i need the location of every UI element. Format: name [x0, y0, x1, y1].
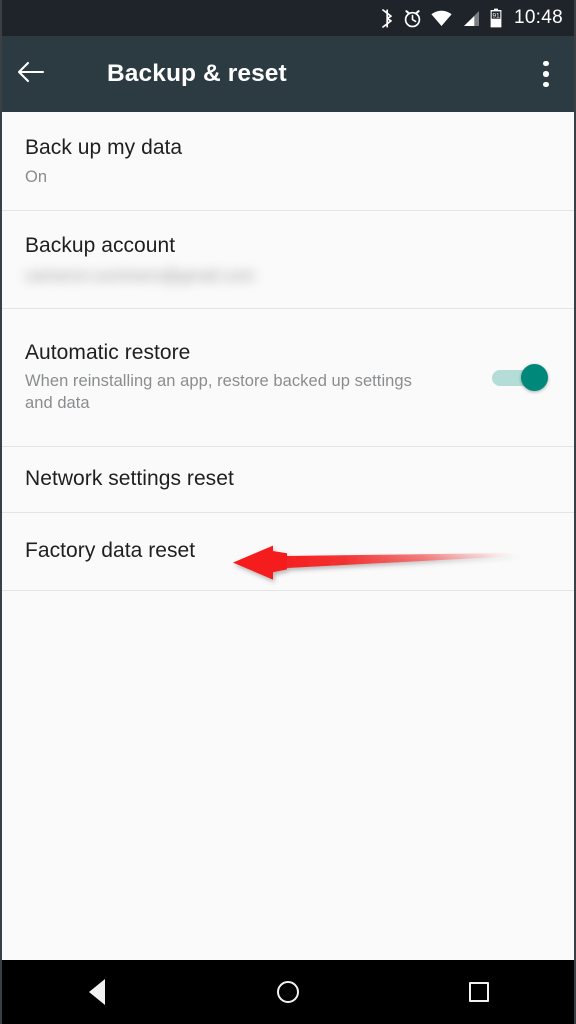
- settings-list: Back up my data On Backup account camero…: [2, 112, 574, 591]
- settings-item-factory-data-reset[interactable]: Factory data reset: [2, 513, 574, 591]
- settings-item-text: Factory data reset: [25, 538, 556, 564]
- app-bar: Backup & reset: [2, 36, 574, 112]
- recents-square-icon: [468, 982, 489, 1002]
- back-button[interactable]: [2, 36, 60, 112]
- settings-item-automatic-restore[interactable]: Automatic restore When reinstalling an a…: [2, 309, 574, 447]
- overflow-dot: [543, 81, 549, 88]
- bluetooth-icon: [381, 8, 394, 28]
- settings-item-text: Network settings reset: [25, 466, 556, 492]
- settings-item-title: Network settings reset: [25, 467, 234, 491]
- settings-item-subtitle: On: [25, 167, 48, 186]
- settings-item-text: Backup account cameron.summers@gmail.com: [25, 233, 556, 287]
- settings-item-subtitle-redacted: cameron.summers@gmail.com: [25, 266, 255, 285]
- navigation-bar: [2, 960, 574, 1024]
- phone-screen: 91 10:48 Backup & reset Back up my data …: [0, 0, 576, 1024]
- settings-item-title: Automatic restore: [25, 340, 191, 364]
- home-circle-icon: [277, 981, 299, 1003]
- page-title: Backup & reset: [107, 60, 287, 87]
- overflow-dot: [543, 71, 549, 77]
- settings-item-text: Automatic restore When reinstalling an a…: [25, 340, 492, 415]
- settings-item-subtitle: When reinstalling an app, restore backed…: [25, 372, 412, 413]
- nav-home-button[interactable]: [193, 960, 384, 1024]
- status-bar: 91 10:48: [2, 0, 574, 36]
- back-arrow-icon: [17, 61, 45, 88]
- battery-level-text: 91: [492, 13, 500, 20]
- switch-thumb: [521, 364, 548, 391]
- cellular-signal-icon: [461, 10, 480, 27]
- settings-item-backup-account[interactable]: Backup account cameron.summers@gmail.com: [2, 211, 574, 309]
- settings-item-network-settings-reset[interactable]: Network settings reset: [2, 447, 574, 513]
- overflow-dot: [543, 60, 549, 67]
- settings-item-text: Back up my data On: [25, 135, 556, 188]
- alarm-icon: [403, 9, 422, 28]
- settings-item-title: Backup account: [25, 234, 176, 258]
- nav-back-button[interactable]: [2, 960, 193, 1024]
- settings-item-back-up-my-data[interactable]: Back up my data On: [2, 112, 574, 211]
- settings-item-title: Factory data reset: [25, 539, 196, 563]
- back-triangle-icon: [89, 979, 106, 1005]
- overflow-menu-icon[interactable]: [518, 36, 574, 112]
- settings-item-title: Back up my data: [25, 136, 183, 160]
- wifi-icon: [431, 10, 452, 27]
- nav-recents-button[interactable]: [383, 960, 574, 1024]
- automatic-restore-switch[interactable]: [492, 364, 548, 391]
- status-bar-clock: 10:48: [513, 7, 563, 28]
- battery-icon: 91: [489, 8, 503, 28]
